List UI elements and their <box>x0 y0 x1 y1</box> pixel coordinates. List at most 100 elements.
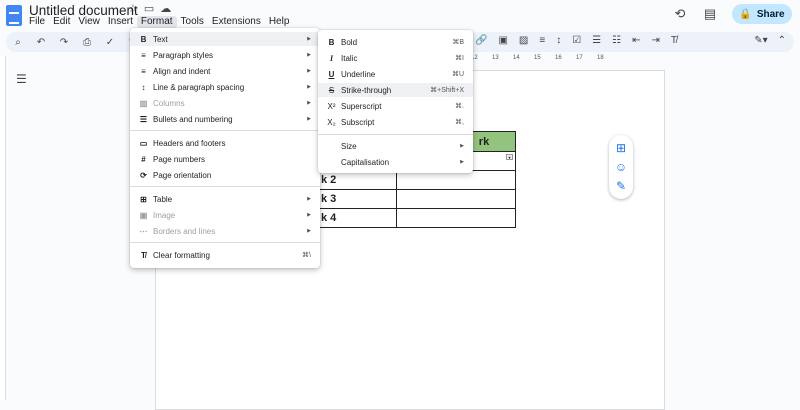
text-menu-item-size[interactable]: Size ▶ <box>318 139 473 153</box>
align-icon[interactable]: ≡ <box>539 35 545 46</box>
version-history-icon[interactable]: ⟲ <box>672 6 688 22</box>
menu-tools[interactable]: Tools <box>177 16 208 28</box>
insert-image-icon[interactable]: ▨ <box>519 35 528 46</box>
text-menu-item-capitalisation[interactable]: Capitalisation ▶ <box>318 155 473 169</box>
format-menu-item-table[interactable]: ⊞ Table ▶ <box>130 192 320 206</box>
search-menus-icon[interactable]: ⌕ <box>12 37 24 48</box>
ruler-mark: 18 <box>597 55 604 61</box>
text-menu-item-underline[interactable]: U Underline ⌘U <box>318 67 473 81</box>
share-button[interactable]: 🔒 Share <box>732 4 792 24</box>
numbered-list-icon[interactable]: ☷ <box>612 35 621 46</box>
table-cell[interactable]: k 2 <box>316 170 397 190</box>
toolbar-right: ✎▾ ⌃ <box>754 35 786 46</box>
add-emoji-icon[interactable]: ☺ <box>615 160 627 174</box>
menu-item-label: Italic <box>341 53 358 63</box>
table-cell[interactable] <box>396 189 516 209</box>
menu-item-label: Columns <box>153 98 185 108</box>
collapse-toolbar-icon[interactable]: ⌃ <box>778 35 786 46</box>
menu-item-label: Size <box>341 141 357 151</box>
suggest-edits-icon[interactable]: ✎ <box>616 179 626 193</box>
checklist-icon[interactable]: ☑ <box>572 35 581 46</box>
menu-edit[interactable]: Edit <box>49 16 74 28</box>
rotate-icon: ⟳ <box>140 170 147 180</box>
menu-item-label: Superscript <box>341 101 382 111</box>
menu-help[interactable]: Help <box>265 16 294 28</box>
table-row: k 3 <box>316 189 516 209</box>
menu-item-label: Page numbers <box>153 154 206 164</box>
menu-file[interactable]: File <box>25 16 49 28</box>
headers-footers-icon: ▭ <box>139 138 148 148</box>
toolbar-middle: 🔗 ▣ ▨ ≡ ↕ ☑ ☰ ☷ ⇤ ⇥ T̸ <box>475 35 677 46</box>
add-comment-icon[interactable]: ▣ <box>498 35 507 46</box>
text-menu-item-bold[interactable]: B Bold ⌘B <box>318 35 473 49</box>
table-cell[interactable]: k 3 <box>316 189 397 209</box>
format-menu-item-line-spacing[interactable]: ↕ Line & paragraph spacing ▶ <box>130 80 320 94</box>
italic-icon: I <box>329 53 334 63</box>
format-menu-item-page-numbers[interactable]: # Page numbers <box>130 152 320 166</box>
bulleted-list-icon[interactable]: ☰ <box>592 35 601 46</box>
table-cell[interactable]: k 4 <box>316 208 397 228</box>
ruler-mark: 13 <box>492 55 499 61</box>
menu-extensions[interactable]: Extensions <box>208 16 265 28</box>
format-menu-item-align-indent[interactable]: ≡ Align and indent ▶ <box>130 64 320 78</box>
move-folder-icon[interactable]: ▭ <box>144 2 154 15</box>
line-spacing-icon[interactable]: ↕ <box>556 35 561 46</box>
table-cell[interactable] <box>396 208 516 228</box>
hash-icon: # <box>141 154 146 164</box>
text-menu-item-subscript[interactable]: X₂ Subscript ⌘, <box>318 115 473 129</box>
text-menu-item-superscript[interactable]: X² Superscript ⌘. <box>318 99 473 113</box>
menu-item-label: Subscript <box>341 117 375 127</box>
format-menu-item-clear-formatting[interactable]: T̸ Clear formatting ⌘\ <box>130 248 320 262</box>
submenu-arrow-icon: ▶ <box>307 68 311 74</box>
document-outline-icon[interactable]: ☰ <box>16 72 27 86</box>
star-icon[interactable]: ☆ <box>128 2 138 15</box>
menu-item-label: Bold <box>341 37 358 47</box>
add-comment-icon[interactable]: ⊞ <box>616 141 626 155</box>
menu-item-label: Clear formatting <box>153 250 210 260</box>
table-cell-text: rk <box>478 135 490 148</box>
spellcheck-icon[interactable]: ✓ <box>104 37 116 48</box>
format-menu-item-page-orientation[interactable]: ⟳ Page orientation <box>130 168 320 182</box>
strikethrough-icon: S <box>328 85 335 95</box>
submenu-arrow-icon: ▶ <box>307 52 311 58</box>
text-menu-item-strikethrough[interactable]: S Strike-through ⌘+Shift+X <box>318 83 473 97</box>
cell-dropdown-icon[interactable]: ▾ <box>506 154 513 160</box>
docs-logo-icon[interactable] <box>6 5 22 26</box>
line-spacing-icon: ↕ <box>141 82 146 92</box>
clear-formatting-icon[interactable]: T̸ <box>671 35 677 46</box>
link-icon[interactable]: 🔗 <box>475 35 487 46</box>
editing-mode-icon[interactable]: ✎▾ <box>754 35 767 46</box>
shortcut-label: ⌘\ <box>302 252 311 259</box>
paragraph-styles-icon: ≡ <box>141 50 146 60</box>
format-menu: B Text ▶ ≡ Paragraph styles ▶ ≡ Align an… <box>130 28 320 268</box>
format-menu-item-headers-footers[interactable]: ▭ Headers and footers <box>130 136 320 150</box>
shortcut-label: ⌘. <box>455 103 464 110</box>
menu-format[interactable]: Format <box>136 16 177 28</box>
bold-b-icon: B <box>140 34 147 44</box>
decrease-indent-icon[interactable]: ⇤ <box>632 35 640 46</box>
submenu-arrow-icon: ▶ <box>460 143 464 149</box>
menu-divider <box>318 134 473 135</box>
format-menu-item-paragraph-styles[interactable]: ≡ Paragraph styles ▶ <box>130 48 320 62</box>
menu-item-label: Text <box>153 34 168 44</box>
menu-item-label: Align and indent <box>153 66 211 76</box>
format-menu-item-bullets[interactable]: ☰ Bullets and numbering ▶ <box>130 112 320 126</box>
menu-item-label: Capitalisation <box>341 157 390 167</box>
menu-insert[interactable]: Insert <box>104 16 137 28</box>
text-menu-item-italic[interactable]: I Italic ⌘I <box>318 51 473 65</box>
format-menu-item-text[interactable]: B Text ▶ <box>130 32 320 46</box>
menu-view[interactable]: View <box>74 16 104 28</box>
menu-item-label: Strike-through <box>341 85 392 95</box>
menu-item-label: Paragraph styles <box>153 50 214 60</box>
menu-item-label: Borders and lines <box>153 226 216 236</box>
increase-indent-icon[interactable]: ⇥ <box>652 35 660 46</box>
redo-icon[interactable]: ↷ <box>58 37 70 48</box>
table-cell[interactable] <box>396 170 516 190</box>
menu-item-label: Page orientation <box>153 170 212 180</box>
comments-icon[interactable]: ▤ <box>702 6 718 22</box>
print-icon[interactable]: ⎙ <box>81 37 93 48</box>
menu-item-label: Underline <box>341 69 376 79</box>
shortcut-label: ⌘B <box>452 39 464 46</box>
undo-icon[interactable]: ↶ <box>35 37 47 48</box>
cloud-status-icon[interactable]: ☁ <box>160 2 171 15</box>
